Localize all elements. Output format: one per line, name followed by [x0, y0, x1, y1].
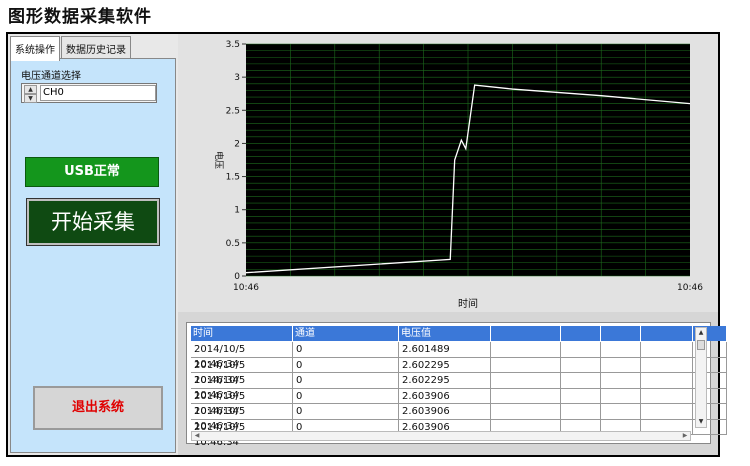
- table-cell: [601, 404, 641, 420]
- table-row[interactable]: 2014/10/5 10:46:34 0 2.603906: [191, 404, 727, 432]
- stepper-up-icon[interactable]: ▲: [24, 85, 37, 94]
- channel-value[interactable]: CH0: [40, 85, 156, 101]
- right-panel: 0 0.5 1 1.5 2 2.5 3 3.5 10:46 10:46 时间 电压 时间 通道 电压值 2…: [178, 34, 727, 455]
- table-cell: 0: [293, 342, 399, 358]
- table-cell: [561, 388, 601, 404]
- y-tick-label: 0: [234, 272, 240, 282]
- column-header[interactable]: [561, 326, 601, 341]
- table-cell: [491, 404, 561, 420]
- table-cell: [641, 373, 693, 389]
- table-cell: 0: [293, 388, 399, 404]
- data-table: 时间 通道 电压值 2014/10/5 10:46:34 0 2.601489 2014/…: [186, 322, 727, 448]
- tab-bar: 系统操作 数据历史记录: [10, 36, 132, 61]
- table-cell: 2014/10/5 10:46:34: [191, 357, 293, 386]
- y-tick-label: 1: [234, 206, 240, 216]
- table-cell: 0: [293, 404, 399, 420]
- left-panel: 系统操作 数据历史记录 电压通道选择 ▲ ▼ CH0 USB正常 开始采集 退出…: [8, 34, 178, 455]
- x-tick-label: 10:46: [677, 283, 703, 293]
- table-cell: [561, 357, 601, 373]
- scroll-down-icon[interactable]: ▼: [696, 417, 706, 427]
- table-cell: [641, 404, 693, 420]
- table-cell: [601, 373, 641, 389]
- column-header[interactable]: [491, 326, 561, 341]
- tab-system-ops[interactable]: 系统操作: [10, 36, 60, 61]
- channel-label: 电压通道选择: [21, 71, 81, 82]
- table-cell: 0: [293, 357, 399, 373]
- table-body: 2014/10/5 10:46:34 0 2.601489 2014/10/5 10:…: [191, 342, 727, 448]
- table-cell: 2014/10/5 10:46:34: [191, 342, 293, 370]
- table-cell: 2.602295: [399, 357, 491, 373]
- table-row[interactable]: 2014/10/5 10:46:34 0 2.603906: [191, 388, 727, 417]
- vertical-scrollbar[interactable]: ▲ ▼: [695, 327, 707, 428]
- scroll-up-icon[interactable]: ▲: [696, 328, 706, 338]
- y-tick-label: 3.5: [226, 40, 240, 50]
- waveform-svg: 0 0.5 1 1.5 2 2.5 3 3.5 10:46 10:46 时间 电压: [213, 40, 703, 310]
- start-acquisition-button[interactable]: 开始采集: [26, 198, 160, 246]
- table-cell: [601, 342, 641, 358]
- table-cell: 2.601489: [399, 342, 491, 358]
- table-cell: [491, 373, 561, 389]
- scroll-left-icon[interactable]: ◀: [192, 432, 202, 440]
- y-tick-label: 0.5: [226, 239, 240, 249]
- exit-button[interactable]: 退出系统: [33, 386, 163, 430]
- table-row[interactable]: 2014/10/5 10:46:34 0 2.602295: [191, 357, 727, 386]
- tab-history[interactable]: 数据历史记录: [61, 36, 131, 59]
- y-tick-label: 2: [234, 139, 240, 149]
- y-axis-label: 电压: [213, 151, 225, 169]
- table-cell: 2014/10/5 10:46:34: [191, 388, 293, 417]
- column-header[interactable]: [601, 326, 641, 341]
- table-row[interactable]: 2014/10/5 10:46:34 0 2.602295: [191, 373, 727, 401]
- x-axis-label: 时间: [458, 297, 478, 310]
- table-cell: 2.602295: [399, 373, 491, 389]
- app-title: 图形数据采集软件: [8, 7, 152, 27]
- column-header[interactable]: [641, 326, 693, 341]
- x-tick-label: 10:46: [233, 283, 259, 293]
- table-cell: 0: [293, 373, 399, 389]
- table-cell: [561, 373, 601, 389]
- scroll-thumb[interactable]: [697, 340, 705, 350]
- table-cell: [561, 404, 601, 420]
- table-cell: [491, 342, 561, 358]
- table-cell: 2014/10/5 10:46:34: [191, 404, 293, 432]
- table-cell: 2.603906: [399, 388, 491, 404]
- main-window: 系统操作 数据历史记录 电压通道选择 ▲ ▼ CH0 USB正常 开始采集 退出…: [6, 32, 727, 457]
- channel-selector[interactable]: ▲ ▼ CH0: [21, 83, 157, 103]
- table-cell: [641, 357, 693, 373]
- waveform-chart: 0 0.5 1 1.5 2 2.5 3 3.5 10:46 10:46 时间 电压: [178, 34, 718, 312]
- table-cell: [491, 388, 561, 404]
- column-header[interactable]: 时间: [191, 326, 293, 341]
- column-header[interactable]: 电压值: [399, 326, 491, 341]
- channel-stepper[interactable]: ▲ ▼: [24, 85, 37, 103]
- table-cell: [601, 357, 641, 373]
- table-header: 时间 通道 电压值: [191, 326, 727, 341]
- table-row[interactable]: 2014/10/5 10:46:34 0 2.601489: [191, 342, 727, 370]
- y-tick-label: 3: [234, 73, 240, 83]
- table-cell: 2014/10/5 10:46:34: [191, 373, 293, 401]
- tab-panel: 电压通道选择 ▲ ▼ CH0 USB正常 开始采集 退出系统: [10, 58, 176, 453]
- table-cell: [641, 388, 693, 404]
- y-tick-label: 2.5: [226, 106, 240, 116]
- usb-status-button[interactable]: USB正常: [25, 157, 159, 187]
- y-tick-label: 1.5: [226, 173, 240, 183]
- table-cell: 2.603906: [399, 404, 491, 420]
- table-cell: [601, 388, 641, 404]
- horizontal-scrollbar[interactable]: ◀ ▶: [191, 431, 691, 441]
- table-cell: [491, 357, 561, 373]
- scroll-right-icon[interactable]: ▶: [680, 432, 690, 440]
- table-cell: [641, 342, 693, 358]
- stepper-down-icon[interactable]: ▼: [24, 94, 37, 103]
- column-header[interactable]: 通道: [293, 326, 399, 341]
- table-cell: [561, 342, 601, 358]
